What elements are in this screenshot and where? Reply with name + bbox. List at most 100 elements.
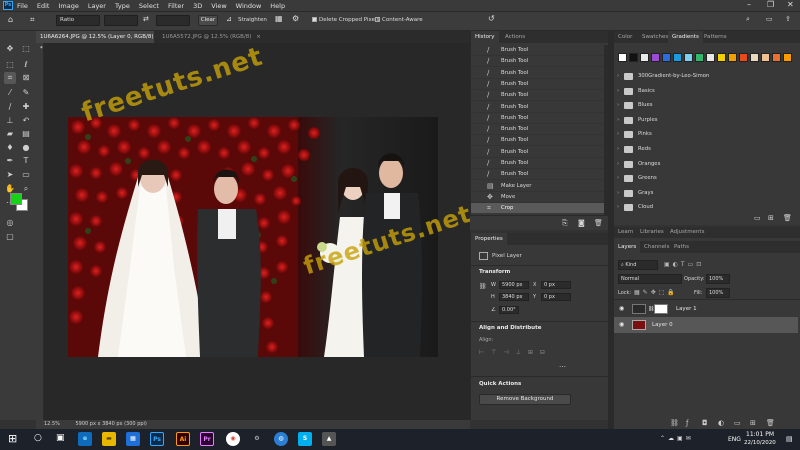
tab-learn[interactable]: Learn [614, 227, 637, 238]
gradient-swatch[interactable] [684, 53, 693, 62]
visibility-eye-icon[interactable]: ◉ [619, 317, 624, 333]
menu-type[interactable]: Type [115, 2, 130, 10]
more-align-icon[interactable]: … [559, 361, 566, 369]
chevron-right-icon[interactable]: › [617, 200, 619, 214]
tab-channels[interactable]: Channels [640, 241, 673, 253]
settings-gear-icon[interactable]: ⚙ [250, 432, 264, 446]
edge-app-icon[interactable]: e [78, 432, 92, 446]
tab-layers[interactable]: Layers [614, 241, 641, 253]
gradient-group[interactable]: › Grays [614, 186, 798, 200]
lock-icons[interactable]: ▦✎✥⬚🔒 [634, 289, 678, 296]
menu-select[interactable]: Select [139, 2, 159, 10]
tab-actions[interactable]: Actions [501, 31, 529, 43]
x-field[interactable]: 0 px [541, 281, 571, 289]
chevron-right-icon[interactable]: › [617, 113, 619, 127]
gradient-swatch[interactable] [640, 53, 649, 62]
clock-time[interactable]: 11:01 PM [746, 431, 774, 438]
height-field[interactable]: 3840 px [499, 293, 529, 301]
tray-icons[interactable]: ⌃☁▣✉ [660, 435, 694, 442]
gradient-swatch[interactable] [662, 53, 671, 62]
search-icon[interactable]: ○ [34, 433, 42, 443]
tab-adjustments[interactable]: Adjustments [666, 227, 708, 238]
crop-tool-icon-selected[interactable]: ⌗ [4, 72, 16, 84]
gradient-swatch[interactable] [739, 53, 748, 62]
chevron-right-icon[interactable]: › [617, 157, 619, 171]
menu-image[interactable]: Image [58, 2, 78, 10]
path-select-tool-icon[interactable]: ➤ [4, 169, 16, 181]
layer-mask-thumbnail[interactable] [654, 304, 668, 314]
gradient-group[interactable]: › Cloud [614, 200, 798, 214]
chevron-right-icon[interactable]: › [617, 69, 619, 83]
gradient-group[interactable]: › Basics [614, 84, 798, 98]
history-item[interactable]: ∕ Brush Tool [471, 169, 605, 181]
gradient-tool-icon[interactable]: ▤ [20, 128, 32, 140]
gradient-swatch[interactable] [706, 53, 715, 62]
maximize-button[interactable]: ❐ [767, 0, 774, 9]
straighten-icon[interactable]: ⊿ [226, 15, 232, 23]
quick-mask-icon[interactable]: ◎ [4, 217, 16, 229]
blend-mode-select[interactable]: Normal [618, 274, 682, 284]
fill-field[interactable]: 100% [706, 288, 730, 298]
history-item[interactable]: ∕ Brush Tool [471, 45, 605, 56]
home-icon[interactable]: ⌂ [8, 15, 13, 24]
history-item[interactable]: ∕ Brush Tool [471, 158, 605, 169]
transform-heading[interactable]: Transform [479, 269, 510, 275]
gradient-swatch[interactable] [629, 53, 638, 62]
link-icon[interactable]: ⛓ [479, 283, 487, 290]
opacity-field[interactable]: 100% [706, 274, 730, 284]
healing-tool-icon[interactable]: ✚ [20, 101, 32, 113]
gradient-group[interactable]: › Purples [614, 113, 798, 127]
tab-libraries[interactable]: Libraries [636, 227, 668, 238]
history-item[interactable]: ▤ Make Layer [471, 181, 605, 192]
width-field[interactable]: 5900 px [499, 281, 529, 289]
filter-icons[interactable]: ▣◐T▭⊡ [664, 261, 704, 268]
history-item[interactable]: ∕ Brush Tool [471, 135, 605, 147]
menu-view[interactable]: View [211, 2, 226, 10]
history-item[interactable]: ⌗ Crop [471, 203, 605, 213]
content-aware-checkbox[interactable]: Content-Aware [375, 17, 423, 23]
history-item[interactable]: ∕ Brush Tool [471, 79, 605, 90]
skype-app-icon[interactable]: S [298, 432, 312, 446]
history-item[interactable]: ∕ Brush Tool [471, 102, 605, 113]
chevron-right-icon[interactable]: › [617, 98, 619, 112]
gradient-swatch[interactable] [772, 53, 781, 62]
history-brush-tool-icon[interactable]: ↶ [20, 115, 32, 127]
history-item[interactable]: ✥ Move [471, 192, 605, 203]
gradient-swatch[interactable] [750, 53, 759, 62]
grid-overlay-icon[interactable]: ▦ [275, 14, 283, 23]
new-gradient-icon[interactable]: ⊞ [768, 214, 774, 222]
photoshop-taskbar-icon[interactable]: Ps [150, 432, 164, 446]
menu-edit[interactable]: Edit [37, 2, 50, 10]
angle-field[interactable]: 0.00° [499, 306, 519, 314]
adjustment-icon[interactable]: ◐ [718, 419, 724, 427]
gradient-group[interactable]: › 300Gradient-by-Leo-Simon [614, 69, 798, 83]
move-tool-icon[interactable]: ✥ [4, 43, 16, 55]
gradient-swatch[interactable] [673, 53, 682, 62]
gradient-swatch[interactable] [761, 53, 770, 62]
zoom-level[interactable]: 12.5% [44, 421, 60, 427]
layer-row-layer-0[interactable]: ◉ Layer 0 [614, 317, 798, 333]
layer-name-2[interactable]: Layer 0 [652, 317, 673, 333]
minimize-button[interactable]: – [747, 0, 751, 9]
new-group-icon[interactable]: ▭ [754, 214, 761, 222]
menu-window[interactable]: Window [236, 2, 262, 10]
link-layers-icon[interactable]: ⛓ [670, 419, 679, 427]
ratio-select[interactable]: Ratio [56, 15, 100, 26]
tab-patterns[interactable]: Patterns [700, 31, 731, 43]
foreground-color-swatch[interactable] [10, 193, 22, 205]
clear-button[interactable]: Clear [198, 15, 218, 26]
crop-tool-icon[interactable]: ⌗ [30, 15, 35, 25]
visibility-eye-icon[interactable]: ◉ [619, 301, 624, 317]
chevron-right-icon[interactable]: › [617, 142, 619, 156]
menu-3d[interactable]: 3D [193, 2, 202, 10]
lasso-tool-icon[interactable]: ℓ [20, 59, 32, 71]
tab-history[interactable]: History [471, 31, 499, 43]
tab-color[interactable]: Color [614, 31, 636, 43]
brush-tool-icon[interactable]: ∕ [4, 101, 16, 113]
menu-help[interactable]: Help [270, 2, 285, 10]
layer-row-layer-1[interactable]: ◉ ⛓ Layer 1 [614, 301, 798, 317]
gradient-swatch[interactable] [618, 53, 627, 62]
chevron-right-icon[interactable]: › [617, 186, 619, 200]
straighten-label[interactable]: Straighten [238, 17, 267, 23]
gradient-group[interactable]: › Reds [614, 142, 798, 156]
